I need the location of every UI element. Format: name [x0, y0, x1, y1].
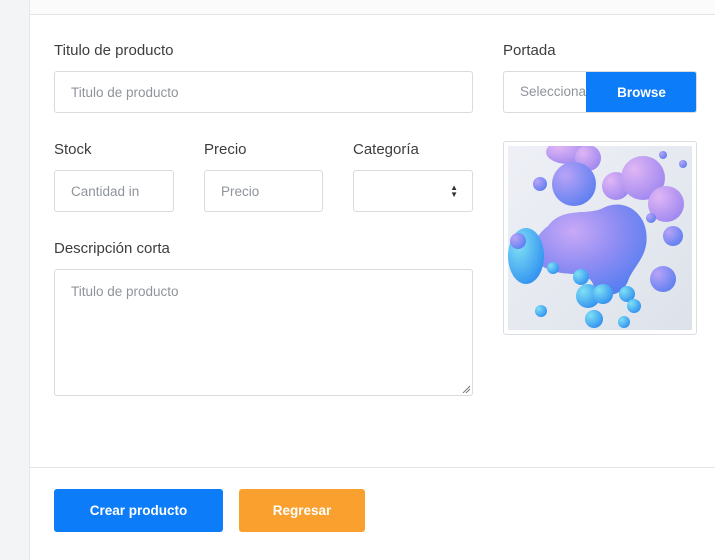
description-textarea[interactable]: Titulo de producto	[54, 269, 473, 396]
cover-label: Portada	[503, 42, 556, 59]
price-input[interactable]: Precio	[204, 170, 323, 212]
footer-divider	[30, 467, 715, 468]
form-card: Titulo de producto Titulo de producto Po…	[29, 0, 715, 560]
cover-file-input[interactable]: Seleccionar Browse	[503, 71, 697, 113]
back-button[interactable]: Regresar	[239, 489, 365, 532]
title-label: Titulo de producto	[54, 42, 174, 59]
card-header	[30, 0, 715, 15]
browse-button[interactable]: Browse	[586, 72, 696, 112]
category-select[interactable]: ▲ ▼	[353, 170, 473, 212]
price-label: Precio	[204, 141, 247, 158]
category-label: Categoría	[353, 141, 419, 158]
stock-input[interactable]: Cantidad in	[54, 170, 174, 212]
cover-preview-image	[508, 146, 692, 330]
title-input[interactable]: Titulo de producto	[54, 71, 473, 113]
stock-label: Stock	[54, 141, 92, 158]
description-label: Descripción corta	[54, 240, 170, 257]
cover-preview	[503, 141, 697, 335]
select-arrows-icon: ▲ ▼	[450, 183, 458, 199]
resize-grip-icon[interactable]	[462, 385, 470, 393]
description-placeholder: Titulo de producto	[71, 284, 179, 299]
create-product-button[interactable]: Crear producto	[54, 489, 223, 532]
cover-file-text: Seleccionar	[520, 84, 586, 99]
